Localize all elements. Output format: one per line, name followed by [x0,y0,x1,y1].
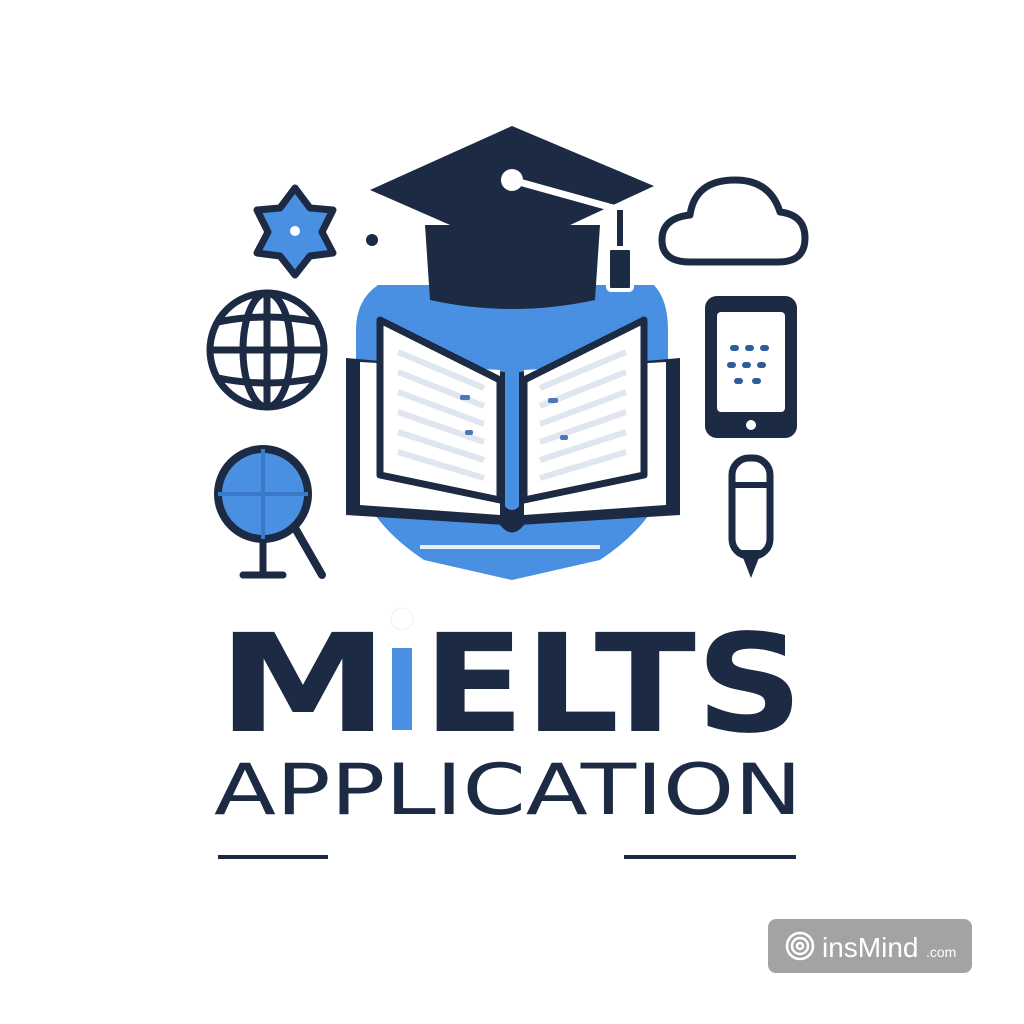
watermark-brand: insMind [822,932,918,963]
star-badge-icon [253,184,378,279]
left-underline [218,855,328,859]
title-prefix: M [217,606,389,764]
right-underline [624,855,796,859]
cloud-icon [658,176,809,266]
magnifier-globe-icon [214,445,326,579]
smartphone-icon [705,296,797,438]
graduation-cap-icon [370,126,654,309]
insmind-watermark: insMind .com [768,919,972,973]
logo-subtitle: APPLICATION [214,749,802,831]
title-i-dot [390,607,414,631]
globe-icon [206,289,328,411]
pen-icon [728,454,774,578]
watermark-suffix: .com [926,944,956,960]
title-blue-i-bar [392,648,412,730]
mielts-logo: M ELTS APPLICATION insMind .com [206,126,972,973]
logo-canvas: M ELTS APPLICATION insMind .com [0,0,1024,1024]
logo-title: M ELTS [217,606,803,764]
title-rest: ELTS [423,606,803,764]
